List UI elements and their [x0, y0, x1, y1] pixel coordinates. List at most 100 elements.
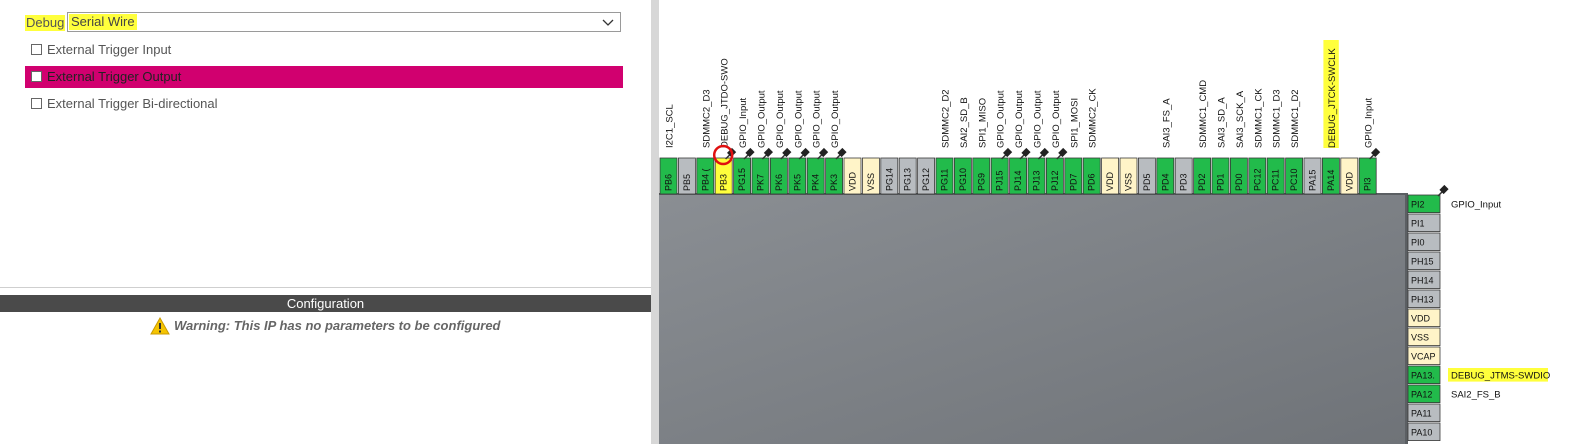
top-pin-name: PG9: [976, 173, 986, 191]
pin-lock-icon: [743, 147, 755, 160]
external-trigger-output-row[interactable]: External Trigger Output: [25, 66, 623, 88]
top-pin-name: PG12: [921, 168, 931, 191]
top-pin-name: VSS: [866, 173, 876, 191]
top-pin-signal-label: SDMMC2_CK: [1088, 88, 1099, 148]
right-pin-name: PA12: [1411, 390, 1432, 400]
top-pin-signal-label: GPIO_Output: [757, 90, 768, 148]
right-pin-signal-label: GPIO_Input: [1451, 200, 1502, 211]
top-pin-signal-label: GPIO_Output: [1014, 90, 1025, 148]
top-pin-name: PJ13: [1032, 170, 1042, 191]
top-pin-name: PK7: [756, 174, 766, 191]
pin-lock-icon: [835, 147, 847, 160]
top-pin-signal-label: SDMMC2_D3: [701, 89, 712, 148]
top-pin-name: PG11: [940, 169, 950, 191]
top-pin-signal-label: SPI1_MOSI: [1069, 98, 1080, 148]
right-pin-name: PA10: [1411, 428, 1432, 438]
top-pin-signal-label: SAI3_SCK_A: [1235, 90, 1246, 148]
top-pin-name: PA14: [1326, 170, 1336, 191]
top-pin-name: PG10: [958, 168, 968, 191]
pin-lock-icon: [817, 147, 829, 160]
warning-icon: [150, 317, 170, 335]
top-pin-name: PC12: [1252, 168, 1262, 191]
top-pin-signal-label: GPIO_Output: [830, 90, 841, 148]
top-pin-signal-label: SDMMC1_D3: [1272, 89, 1283, 148]
top-pin-name: VDD: [1105, 171, 1115, 191]
top-pin-signal-label: SPI1_MISO: [977, 98, 988, 148]
chip-body-edge: [1405, 194, 1408, 444]
right-pin-name: PI2: [1411, 200, 1425, 210]
external-trigger-output-label: External Trigger Output: [47, 69, 182, 84]
right-pin-name: PI0: [1411, 238, 1425, 248]
top-pin-name: PB3: [719, 174, 729, 191]
right-pin-name: PH14: [1411, 276, 1434, 286]
right-pin-name: VSS: [1411, 333, 1429, 343]
right-pin-name: PA13.: [1411, 371, 1435, 381]
pin-lock-icon: [780, 147, 792, 160]
top-pin-name: PK6: [774, 174, 784, 191]
panel-divider[interactable]: [651, 0, 659, 444]
pin-lock-icon: [1437, 184, 1449, 197]
top-pin-signal-label: GPIO_Output: [1033, 90, 1044, 148]
chevron-down-icon: [602, 19, 614, 26]
top-pin-name: PG13: [903, 168, 913, 191]
top-pin-name: PD5: [1142, 173, 1152, 191]
pin-lock-icon: [1001, 147, 1013, 160]
top-pin-signal-label: SAI2_SD_B: [959, 97, 970, 148]
external-trigger-output-checkbox[interactable]: [31, 71, 42, 82]
top-pin-signal-label: GPIO_Output: [1051, 90, 1062, 148]
top-pin-name: PK4: [811, 174, 821, 191]
configuration-header: Configuration: [0, 295, 651, 312]
top-pin-signal-label: DEBUG_JTDO-SWO: [720, 58, 731, 148]
chip-pinout-canvas: PB6 I2C1_SCL PB5 PB4 (SDMMC2_D3 PB3 DEBUG_JTD…: [659, 40, 1550, 444]
pin-lock-icon: [1019, 147, 1031, 160]
external-trigger-input-checkbox[interactable]: [31, 44, 42, 55]
top-pin-name: PK3: [829, 174, 839, 191]
top-pin-name: PD2: [1197, 173, 1207, 191]
top-pin-signal-label: GPIO_Input: [738, 97, 749, 148]
chip-pinout-view[interactable]: PB6 I2C1_SCL PB5 PB4 (SDMMC2_D3 PB3 DEBUG_JTD…: [659, 0, 1575, 444]
top-pin-signal-label: SDMMC1_D2: [1290, 89, 1301, 148]
top-pin-name: PG15: [737, 168, 747, 191]
top-pin-name: PC11: [1271, 169, 1281, 191]
top-pin-signal-label: GPIO_Output: [793, 90, 804, 148]
top-pin-name: PB5: [682, 174, 692, 191]
top-pin-name: VDD: [848, 171, 858, 191]
top-pin-name: PD6: [1087, 173, 1097, 191]
top-pin-signal-label: GPIO_Input: [1364, 97, 1375, 148]
top-pin-name: PA15: [1308, 170, 1318, 191]
chip-body: [659, 194, 1405, 444]
top-pin-name: PB4 (: [700, 168, 710, 191]
top-pin-signal-label: SDMMC1_CMD: [1198, 80, 1209, 148]
top-pin-name: PB6: [664, 174, 674, 191]
top-pin-name: PD4: [1160, 173, 1170, 191]
top-pin-name: PD7: [1068, 173, 1078, 191]
top-pin-name: PJ12: [1050, 170, 1060, 191]
top-pin-name: PD0: [1234, 173, 1244, 191]
top-pin-signal-label: GPIO_Output: [996, 90, 1007, 148]
debug-dropdown[interactable]: Serial Wire: [67, 12, 621, 32]
top-pin-name: PD3: [1179, 173, 1189, 191]
top-pin-signal-label: SAI3_FS_A: [1161, 98, 1172, 148]
right-pin-name: VCAP: [1411, 352, 1436, 362]
right-pin-name: PH13: [1411, 295, 1434, 305]
external-trigger-bidirectional-row[interactable]: External Trigger Bi-directional: [25, 93, 623, 115]
pin-lock-icon: [761, 147, 773, 160]
mode-and-configuration-panel: Debug Serial Wire External Trigger Input…: [0, 0, 651, 444]
top-pin-signal-label: SDMMC1_CK: [1253, 88, 1264, 148]
top-pin-name: VDD: [1344, 171, 1354, 191]
external-trigger-bidirectional-checkbox[interactable]: [31, 98, 42, 109]
right-pin-signal-label: DEBUG_JTMS-SWDIO: [1451, 371, 1550, 382]
right-pin-name: VDD: [1411, 314, 1431, 324]
top-pin-name: PK5: [792, 174, 802, 191]
top-pin-signal-label: SDMMC2_D2: [941, 89, 952, 148]
external-trigger-input-row[interactable]: External Trigger Input: [25, 39, 623, 61]
top-pin-signal-label: SAI3_SD_A: [1217, 97, 1228, 148]
top-pin-name: PI3: [1363, 177, 1373, 191]
top-pin-name: PJ14: [1013, 170, 1023, 191]
pin-lock-icon: [1056, 147, 1068, 160]
mode-panel: Debug Serial Wire External Trigger Input…: [0, 0, 651, 288]
pin-lock-icon: [798, 147, 810, 160]
pin-lock-icon: [1369, 147, 1381, 160]
warning-text: Warning: This IP has no parameters to be…: [174, 318, 501, 333]
right-pin-name: PA11: [1411, 409, 1432, 419]
